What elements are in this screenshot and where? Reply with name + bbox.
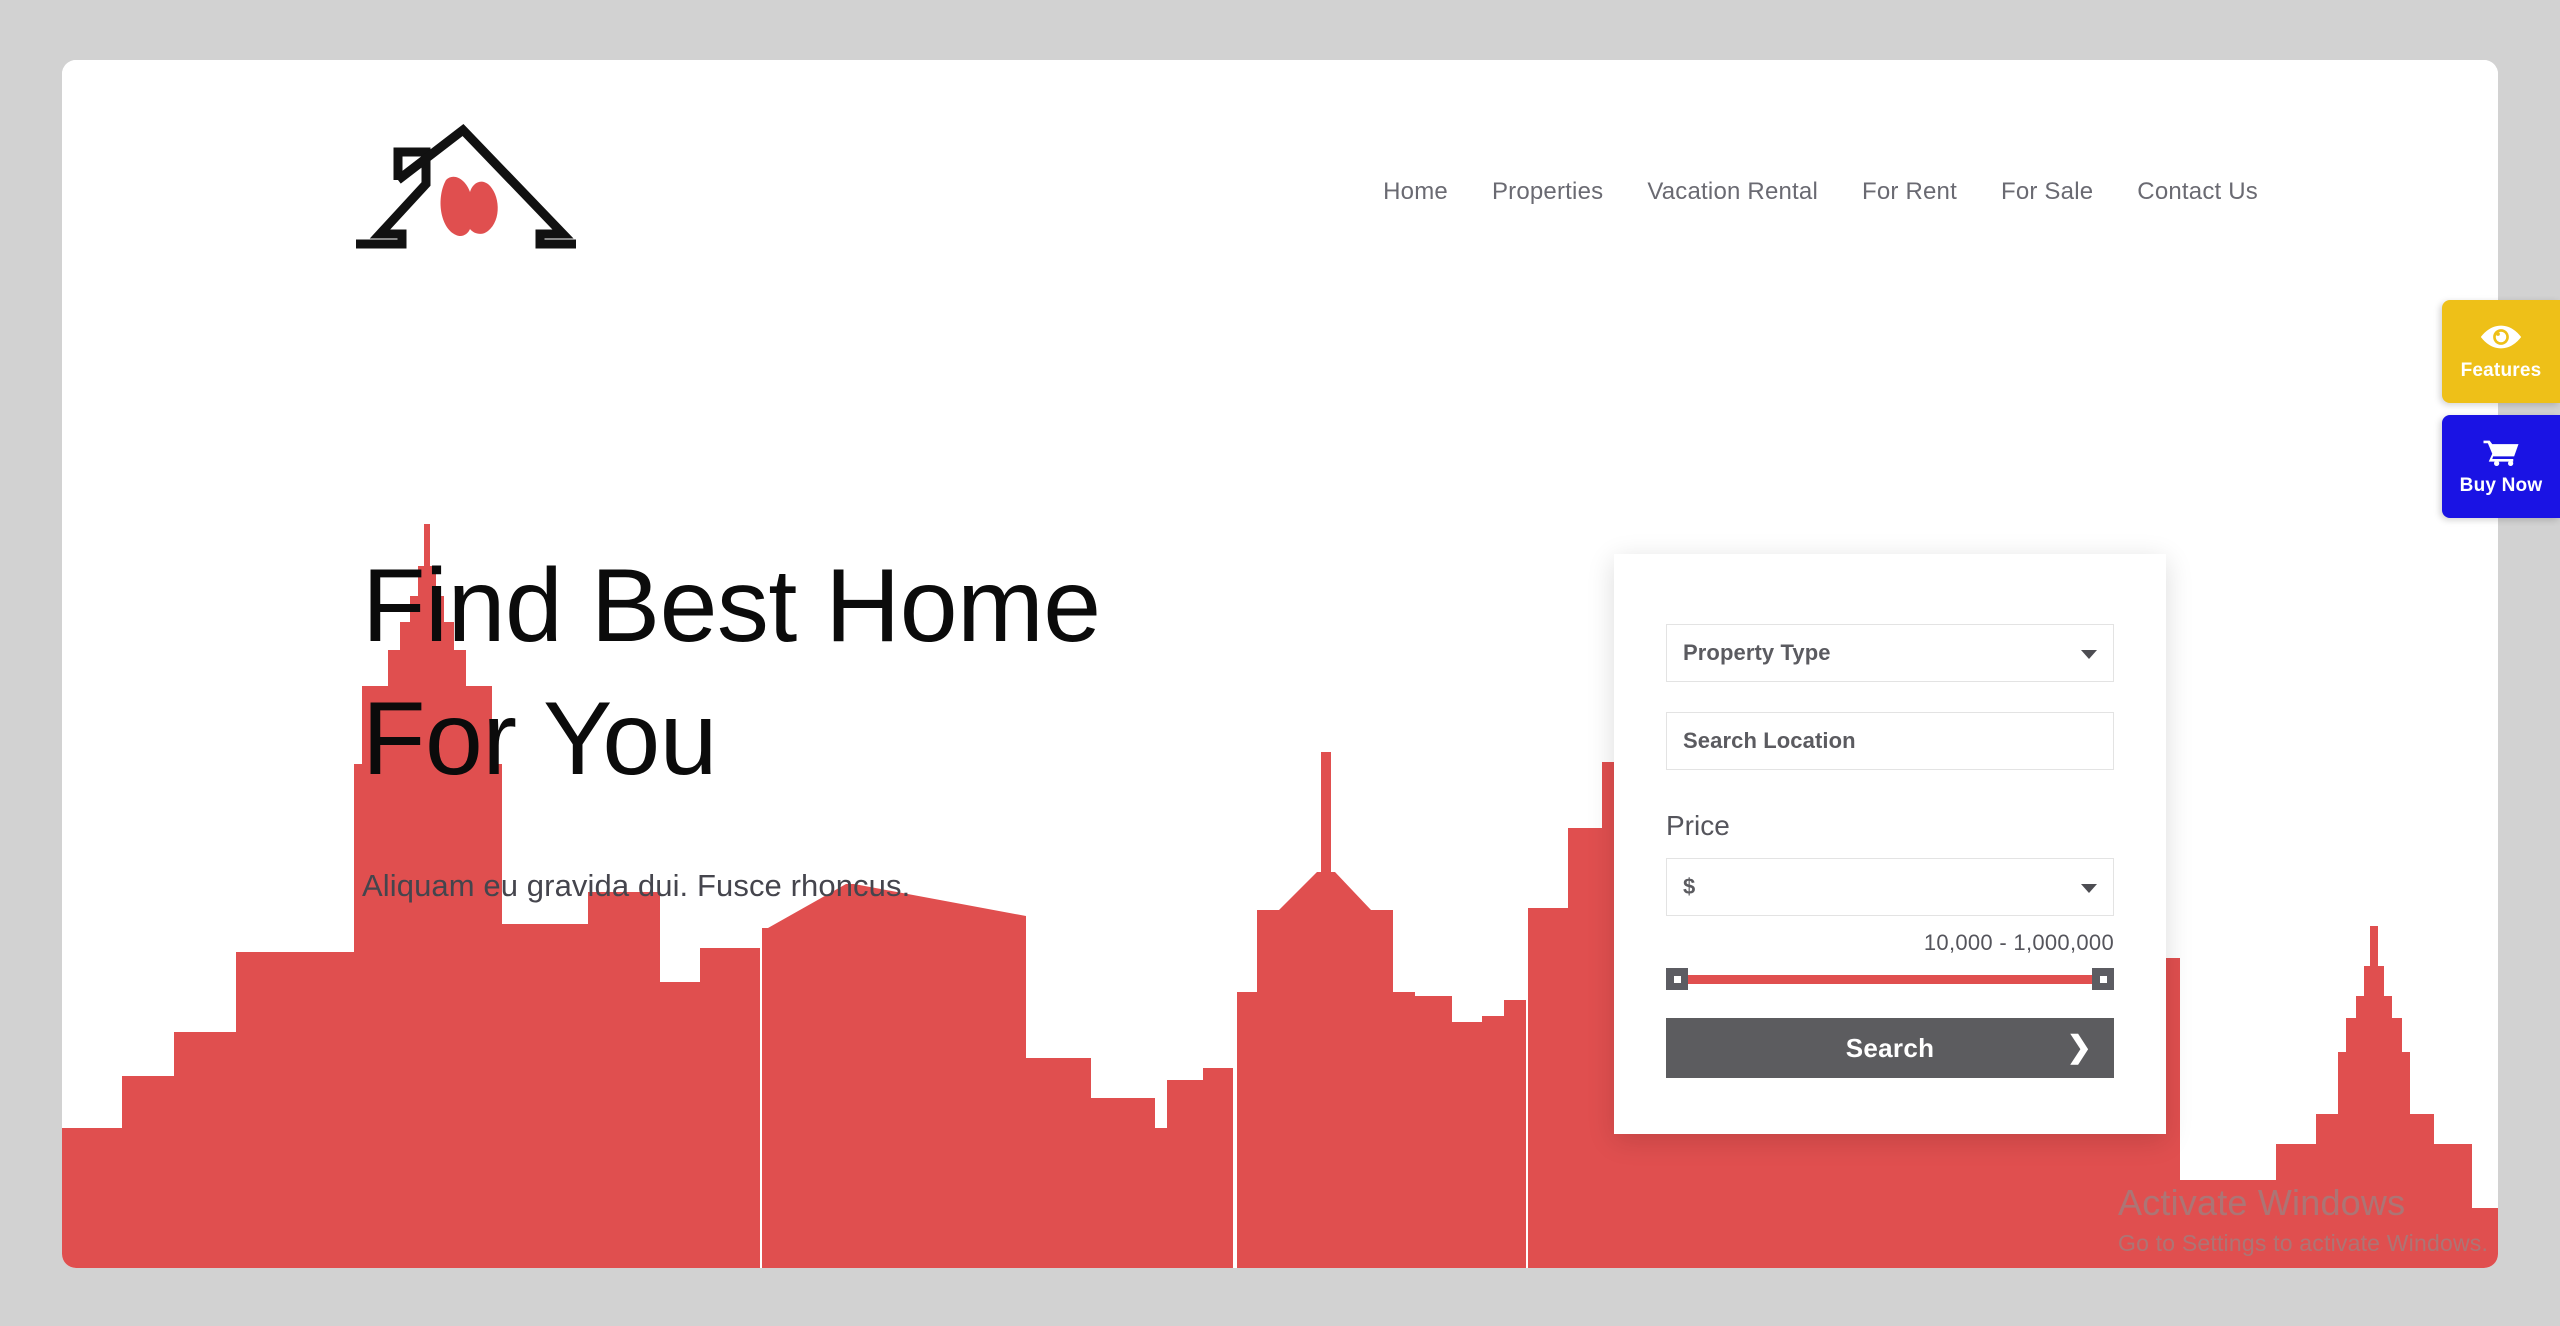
- currency-value: $: [1683, 874, 1696, 899]
- shopping-cart-icon: [2483, 440, 2519, 466]
- desktop-background: Find Best Home For You Aliquam eu gravid…: [0, 0, 2560, 1326]
- chevron-down-icon: [2081, 650, 2097, 659]
- main-navigation: Home Properties Vacation Rental For Rent…: [1361, 178, 2280, 206]
- chevron-right-icon: ❯: [2066, 1031, 2092, 1064]
- property-type-select[interactable]: Property Type: [1666, 624, 2114, 682]
- page-title: Find Best Home For You: [362, 548, 1101, 798]
- eye-icon: [2480, 325, 2522, 348]
- nav-item-home[interactable]: Home: [1361, 178, 1470, 206]
- search-location-input[interactable]: Search Location: [1666, 712, 2114, 770]
- hero-copy: Find Best Home For You Aliquam eu gravid…: [362, 540, 1101, 904]
- search-button[interactable]: Search ❯: [1666, 1018, 2114, 1078]
- nav-item-vacation-rental[interactable]: Vacation Rental: [1625, 178, 1840, 206]
- currency-select[interactable]: $: [1666, 858, 2114, 916]
- features-button-label: Features: [2460, 359, 2542, 381]
- chevron-down-icon: [2081, 884, 2097, 893]
- property-search-card: Property Type Search Location Price $ 10…: [1614, 554, 2166, 1134]
- slider-track[interactable]: [1666, 975, 2114, 984]
- features-button[interactable]: Features: [2442, 300, 2560, 403]
- hero-subtitle: Aliquam eu gravida dui. Fusce rhoncus.: [362, 868, 911, 904]
- buy-now-button-label: Buy Now: [2459, 474, 2543, 496]
- price-range-slider[interactable]: [1666, 968, 2114, 990]
- floating-side-buttons: Features Buy Now: [2442, 300, 2560, 518]
- buy-now-button[interactable]: Buy Now: [2442, 415, 2560, 518]
- slider-handle-min[interactable]: [1666, 968, 1688, 990]
- nav-item-properties[interactable]: Properties: [1470, 178, 1625, 206]
- search-location-value: Search Location: [1683, 728, 1856, 753]
- nav-item-contact-us[interactable]: Contact Us: [2115, 178, 2280, 206]
- property-type-value: Property Type: [1683, 640, 1831, 665]
- price-heading: Price: [1666, 810, 1730, 841]
- webpage-surface: Find Best Home For You Aliquam eu gravid…: [62, 60, 2498, 1268]
- price-range-readout: 10,000 - 1,000,000: [1923, 930, 2114, 955]
- nav-item-for-rent[interactable]: For Rent: [1840, 178, 1979, 206]
- search-button-label: Search: [1845, 1032, 1935, 1063]
- site-header: Home Properties Vacation Rental For Rent…: [62, 60, 2498, 249]
- house-heart-logo[interactable]: [350, 122, 580, 262]
- slider-handle-max[interactable]: [2092, 968, 2114, 990]
- nav-item-for-sale[interactable]: For Sale: [1979, 178, 2115, 206]
